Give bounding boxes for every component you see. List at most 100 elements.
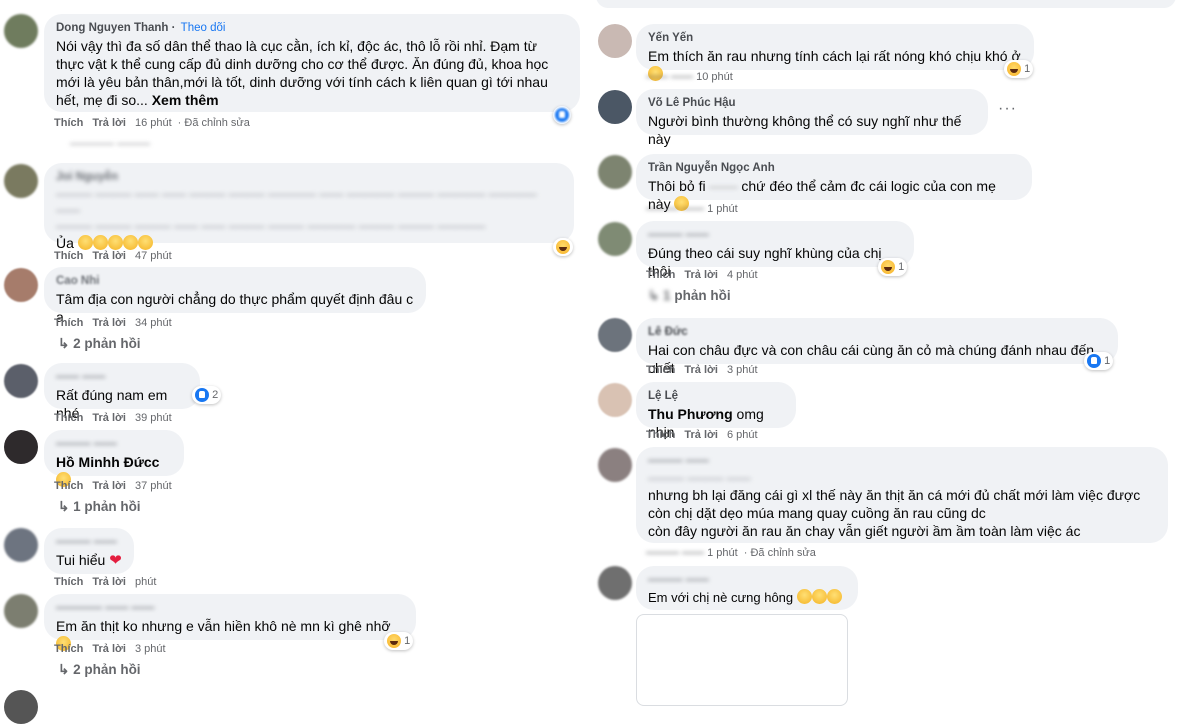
commenter-name[interactable]: ——— ——	[648, 455, 1156, 467]
comment-text: Tui hiểu ❤	[56, 552, 122, 569]
reaction-badge[interactable]: 2	[192, 386, 222, 404]
reaction-count: 1	[1104, 355, 1111, 367]
commenter-name[interactable]: ——— ——	[648, 229, 902, 241]
comment-time: 4 phút	[726, 269, 758, 281]
commenter-name[interactable]: Cao Nhi	[56, 275, 414, 287]
replies-count: 2 phản hồi	[73, 662, 141, 677]
like-reaction-icon	[1087, 354, 1101, 368]
reaction-badge[interactable]: 1	[1004, 60, 1034, 78]
reaction-badge[interactable]: 1	[384, 632, 414, 650]
reply-action[interactable]: Trả lời	[684, 429, 718, 441]
like-action[interactable]: Thích	[54, 480, 83, 492]
comment-time: 6 phút	[726, 429, 758, 441]
reaction-badge[interactable]: 1	[878, 258, 908, 276]
view-replies-link[interactable]: ↳ 1 phản hồi	[58, 499, 141, 515]
like-action[interactable]: Thích	[646, 269, 675, 281]
avatar[interactable]	[598, 566, 632, 600]
like-reaction-icon	[195, 388, 209, 402]
emoji-icon	[826, 589, 842, 604]
commenter-name[interactable]: —— ——	[56, 371, 188, 383]
reply-action[interactable]: Trả lời	[92, 250, 126, 262]
like-action[interactable]: Thích	[54, 576, 83, 588]
commenter-name[interactable]: ——— ——	[56, 438, 172, 450]
commenter-name[interactable]: Lệ Lệ	[648, 390, 784, 402]
view-replies-link[interactable]: ↳ 2 phản hồi	[58, 336, 141, 352]
commenter-name[interactable]: ——— ——	[56, 536, 122, 548]
like-action[interactable]: Thích	[646, 429, 675, 441]
avatar[interactable]	[598, 222, 632, 256]
reaction-badge[interactable]	[553, 106, 571, 124]
edited-label: Đã chỉnh sửa	[184, 117, 250, 129]
avatar[interactable]	[4, 164, 38, 198]
mention-tag[interactable]: Thu Phương	[648, 406, 733, 422]
avatar[interactable]	[598, 318, 632, 352]
reply-action[interactable]: Trả lời	[92, 412, 126, 424]
comment-time: 3 phút	[726, 364, 758, 376]
reaction-count: 1	[1024, 63, 1031, 75]
avatar[interactable]	[598, 24, 632, 58]
haha-reaction-icon	[881, 260, 895, 274]
replies-count: phản hồi	[674, 288, 731, 303]
comment-meta: Thích Trả lời 16 phút · Đã chỉnh sửa	[54, 117, 250, 129]
commenter-name[interactable]: ——— ——	[648, 574, 846, 586]
avatar[interactable]	[4, 268, 38, 302]
see-more-link[interactable]: Xem thêm	[152, 92, 219, 108]
avatar[interactable]	[4, 364, 38, 398]
comment-meta: Thích Trả lời 6 phút	[646, 429, 764, 441]
reply-action[interactable]: Trả lời	[92, 576, 126, 588]
like-action[interactable]: Thích	[54, 412, 83, 424]
reaction-badge[interactable]: 1	[1084, 352, 1114, 370]
emoji-icon	[811, 589, 827, 604]
commenter-name[interactable]: Dong Nguyen Thanh · Theo dõi	[56, 22, 568, 34]
view-replies-link[interactable]: ↳ 2 phản hồi	[58, 662, 141, 678]
follow-link[interactable]: Theo dõi	[181, 22, 226, 34]
attached-image-card[interactable]	[636, 614, 848, 706]
commenter-name[interactable]: ———— —— ——	[56, 602, 404, 614]
view-replies-link[interactable]: ↳ 1 phản hồi	[648, 288, 731, 304]
reply-action[interactable]: Trả lời	[92, 317, 126, 329]
comment-bubble: Dong Nguyen Thanh · Theo dõi Nói vậy thì…	[44, 14, 580, 112]
commenter-name[interactable]: Joi Nguyễn	[56, 171, 562, 183]
comment-meta: Thích Trả lời phút	[54, 576, 162, 588]
comment-time: 47 phút	[134, 250, 172, 262]
reply-action[interactable]: Trả lời	[684, 364, 718, 376]
comment-time: phút	[134, 576, 157, 588]
commenter-name[interactable]: Trần Nguyễn Ngọc Anh	[648, 162, 1020, 174]
comment-bubble: —— —— Rất đúng nam em nhé	[44, 363, 200, 421]
reply-action[interactable]: Trả lời	[684, 269, 718, 281]
like-action[interactable]: Thích	[54, 250, 83, 262]
like-action[interactable]: Thích	[54, 643, 83, 655]
comment-bubble: ———— —— —— Em ăn thịt ko nhưng e vẫn hiề…	[44, 594, 416, 651]
avatar[interactable]	[4, 14, 38, 48]
reply-input-remnant[interactable]	[596, 0, 1176, 8]
reply-action[interactable]: Trả lời	[92, 117, 126, 129]
avatar[interactable]	[4, 690, 38, 724]
commenter-name[interactable]: Võ Lê Phúc Hậu	[648, 97, 976, 109]
commenter-name[interactable]: Yến Yến	[648, 32, 1022, 44]
reply-action[interactable]: Trả lời	[92, 643, 126, 655]
like-action[interactable]: Thích	[646, 364, 675, 376]
reaction-badge[interactable]	[553, 238, 573, 256]
comment-meta: Thích Trả lời 3 phút	[54, 643, 172, 655]
blurred-replies: ———— ———	[70, 138, 151, 150]
like-action[interactable]: Thích	[54, 317, 83, 329]
avatar[interactable]	[598, 155, 632, 189]
comment-bubble: ——— —— Đúng theo cái suy nghĩ khùng của …	[636, 221, 914, 279]
comment-time: 3 phút	[134, 643, 166, 655]
comment-meta: Thích Trả lời 39 phút	[54, 412, 178, 424]
comment-bubble: Joi Nguyễn ——— ——— —— —— ——— ——— ———— ——…	[44, 163, 574, 251]
haha-reaction-icon	[556, 240, 570, 254]
avatar[interactable]	[598, 383, 632, 417]
avatar[interactable]	[4, 594, 38, 628]
more-options-icon[interactable]: ···	[998, 100, 1017, 118]
avatar[interactable]	[598, 448, 632, 482]
reply-action[interactable]: Trả lời	[92, 480, 126, 492]
avatar[interactable]	[4, 528, 38, 562]
heart-icon: ❤	[109, 552, 122, 569]
blurred-comment-text: ——— ——— ——	[648, 471, 751, 485]
comment-text: Em với chị nè cưng hông	[648, 589, 846, 607]
commenter-name[interactable]: Lê Đức	[648, 326, 1106, 338]
avatar[interactable]	[4, 430, 38, 464]
avatar[interactable]	[598, 90, 632, 124]
like-action[interactable]: Thích	[54, 117, 83, 129]
